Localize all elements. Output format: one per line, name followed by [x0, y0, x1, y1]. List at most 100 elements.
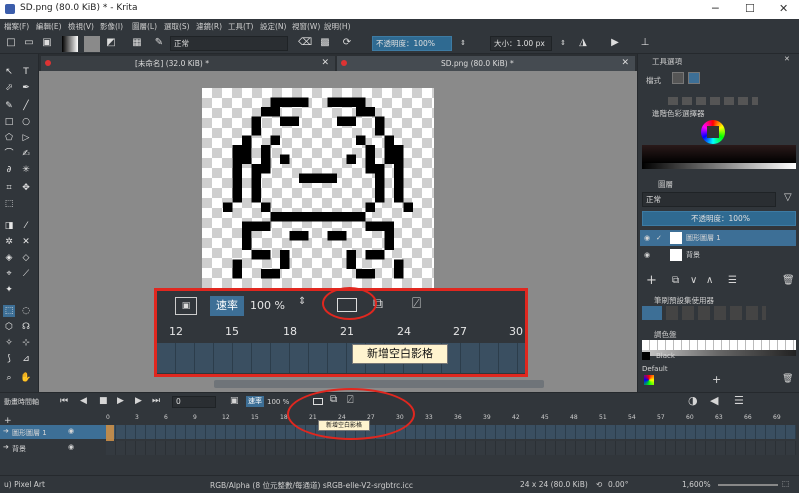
timeline-speed-percent[interactable]: 100 % [267, 398, 289, 406]
measure-tool-icon[interactable]: ⟋ [20, 268, 32, 280]
onion-skin-icon[interactable]: ◑ [688, 394, 698, 407]
brush-preset-strip[interactable] [666, 306, 766, 320]
layer-blend-select[interactable]: 正常 [642, 192, 776, 207]
contiguous-select-icon[interactable]: ✧ [3, 337, 15, 349]
fg-bg-color-icon[interactable]: ◩ [104, 36, 118, 50]
freehand-brush-icon[interactable]: ✎ [3, 100, 15, 112]
close-icon[interactable]: ✕ [321, 56, 329, 71]
first-frame-icon[interactable]: ⏮ [60, 396, 68, 406]
brush-preset-selected-icon[interactable] [642, 306, 662, 320]
save-icon[interactable]: ▣ [40, 36, 54, 50]
alpha-lock-icon[interactable]: ▩ [318, 36, 332, 50]
canvas-image[interactable] [202, 88, 434, 288]
enclose-fill-icon[interactable]: ◇ [20, 252, 32, 264]
zoom-slider[interactable] [718, 484, 778, 486]
bezier-select-icon[interactable]: ⟆ [3, 353, 15, 365]
frame-icon[interactable]: ▣ [230, 396, 239, 406]
speed-label[interactable]: 速率 [210, 296, 244, 316]
play-icon[interactable]: ▶ [117, 396, 124, 406]
size-stepper-icon[interactable]: ⇕ [556, 36, 570, 50]
close-icon[interactable]: ✕ [621, 56, 629, 71]
rotation-icon[interactable]: ⟲ [596, 480, 602, 489]
assistant-tool-icon[interactable]: ⌖ [3, 268, 15, 280]
edit-shapes-icon[interactable]: ⬀ [3, 82, 15, 94]
menu-edit[interactable]: 編輯(E) [36, 21, 62, 32]
delete-swatch-icon[interactable]: 🗑 [782, 374, 793, 384]
gradient-tool-icon[interactable]: ◨ [3, 220, 15, 232]
menu-layer[interactable]: 圖層(L) [132, 21, 157, 32]
wrap-around-icon[interactable]: ⊥ [638, 36, 652, 50]
mode-button-selected-icon[interactable] [688, 72, 700, 84]
smart-patch-icon[interactable]: ✲ [3, 236, 15, 248]
gradient-swatch[interactable] [62, 36, 78, 52]
palette-chooser-icon[interactable] [644, 375, 654, 385]
fill-tool-icon[interactable]: ◈ [3, 252, 15, 264]
color-gradient-strip[interactable] [642, 145, 796, 163]
menu-tools[interactable]: 工具(T) [228, 21, 253, 32]
dynamic-brush-icon[interactable]: ∂ [3, 164, 15, 176]
freehand-select-icon[interactable]: ☊ [20, 321, 32, 333]
size-slider[interactable]: 大小：1.00 px [490, 36, 552, 51]
transform-tool-icon[interactable]: ⬚ [3, 198, 15, 210]
eraser-icon[interactable]: ⌫ [298, 36, 312, 50]
tab-untitled[interactable]: [未命名] (32.0 KiB) * ✕ [41, 56, 335, 71]
brush-editor-icon[interactable]: ✎ [152, 36, 166, 50]
frame-grid[interactable] [157, 343, 525, 373]
frame-grid-layer-1[interactable] [106, 425, 796, 439]
palette-swatches[interactable] [642, 340, 796, 350]
menu-select[interactable]: 選取(S) [164, 21, 190, 32]
tab-sd-png[interactable]: SD.png (80.0 KiB) * ✕ [337, 56, 635, 71]
ellipse-tool-icon[interactable]: ○ [20, 116, 32, 128]
opacity-slider[interactable]: 不透明度：100% [372, 36, 452, 51]
text-tool-icon[interactable]: T [20, 66, 32, 78]
value-strip[interactable] [642, 163, 796, 169]
opacity-stepper-icon[interactable]: ⇕ [456, 36, 470, 50]
bezier-tool-icon[interactable]: ⌒ [3, 148, 15, 160]
magnetic-select-icon[interactable]: ⊿ [20, 353, 32, 365]
select-shapes-icon[interactable]: ↖ [3, 66, 15, 78]
delete-layer-icon[interactable]: 🗑 [782, 275, 795, 286]
move-layer-up-icon[interactable]: ∧ [706, 275, 713, 286]
crop-tool-icon[interactable]: ⌗ [3, 182, 15, 194]
menu-window[interactable]: 視窗(W) [292, 21, 320, 32]
freehand-path-icon[interactable]: ✍ [20, 148, 32, 160]
menu-image[interactable]: 影像(I) [100, 21, 123, 32]
mode-button-icon[interactable] [672, 72, 684, 84]
ellipse-select-icon[interactable]: ◌ [20, 305, 32, 317]
multibrush-icon[interactable]: ✳ [20, 164, 32, 176]
duplicate-layer-icon[interactable]: ⧉ [672, 275, 679, 286]
brush-preset-icon[interactable]: ▦ [130, 36, 144, 50]
audio-icon[interactable]: ◀ [710, 394, 718, 407]
eye-icon[interactable]: ◉ [68, 427, 74, 435]
polyline-tool-icon[interactable]: ▷ [20, 132, 32, 144]
new-document-icon[interactable]: □ [4, 36, 18, 50]
mirror-vertical-icon[interactable]: ▶ [608, 36, 622, 50]
open-document-icon[interactable]: ▭ [22, 36, 36, 50]
pattern-swatch[interactable] [84, 36, 100, 52]
rect-select-icon[interactable]: ⬚ [3, 305, 15, 317]
blend-mode-select[interactable]: 正常 [170, 36, 288, 51]
timeline-layer-row[interactable]: ➔ 背景 ◉ [0, 441, 106, 455]
menu-settings[interactable]: 設定(N) [260, 21, 286, 32]
remove-frame-icon[interactable]: ⍁ [412, 294, 421, 312]
eye-icon[interactable]: ◉ [68, 443, 74, 451]
menu-filter[interactable]: 濾鏡(R) [196, 21, 222, 32]
pan-tool-icon[interactable]: ✋ [20, 372, 32, 384]
zoom-tool-icon[interactable]: ⌕ [3, 372, 15, 384]
layer-opacity-slider[interactable]: 不透明度：100% [642, 211, 796, 226]
mirror-horizontal-icon[interactable]: ◮ [576, 36, 590, 50]
color-sampler-icon[interactable]: ⁄ [20, 220, 32, 232]
calligraphy-icon[interactable]: ✒ [20, 82, 32, 94]
frame-number-field[interactable]: 0 [172, 396, 216, 408]
stop-icon[interactable]: ■ [99, 396, 108, 406]
move-layer-down-icon[interactable]: ∨ [690, 275, 697, 286]
check-icon[interactable]: ✓ [656, 230, 662, 246]
maximize-button[interactable]: ☐ [745, 2, 755, 15]
color-wheel[interactable] [701, 120, 725, 144]
prev-frame-icon[interactable]: ◀ [80, 396, 87, 406]
timeline-speed-label[interactable]: 速率 [246, 396, 264, 407]
close-button[interactable]: ✕ [779, 2, 788, 15]
line-tool-icon[interactable]: ╱ [20, 100, 32, 112]
polygon-tool-icon[interactable]: ⬠ [3, 132, 15, 144]
layer-row[interactable]: ◉ 背景 [640, 247, 796, 263]
